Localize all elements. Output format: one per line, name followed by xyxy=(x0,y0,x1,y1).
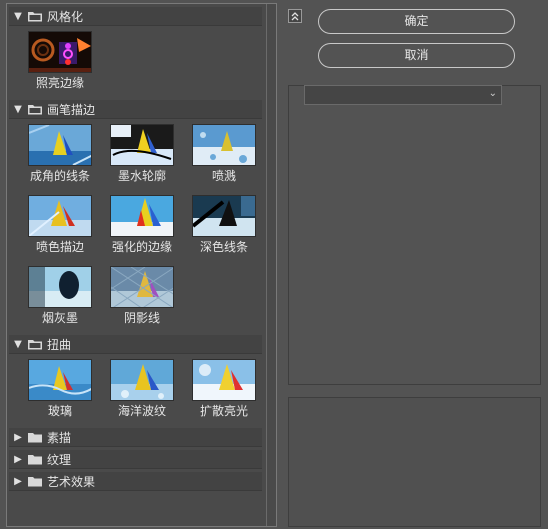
category-label: 艺术效果 xyxy=(47,474,96,489)
filter-label[interactable]: 喷色描边 xyxy=(18,238,102,255)
filter-thumb-accented-edges[interactable] xyxy=(110,195,174,237)
folder-icon xyxy=(27,431,43,443)
filter-thumb-ink-outlines[interactable] xyxy=(110,124,174,166)
scrollbar-track[interactable] xyxy=(266,4,267,526)
category-texture[interactable]: ▶ 纹理 xyxy=(9,450,262,469)
category-artistic[interactable]: ▶ 艺术效果 xyxy=(9,472,262,491)
expand-triangle-icon[interactable]: ▶ xyxy=(9,472,27,491)
ok-button[interactable]: 确定 xyxy=(318,9,515,34)
category-label: 风格化 xyxy=(47,9,84,24)
category-body: 成角的线条 墨水轮廓 喷溅 喷色描边 强化的边缘 深色线条 烟灰墨 阴影线 xyxy=(9,119,262,335)
folder-icon xyxy=(27,10,43,22)
filter-label[interactable]: 阴影线 xyxy=(100,309,184,326)
filter-thumb-sumi-e[interactable] xyxy=(28,266,92,308)
filter-label[interactable]: 成角的线条 xyxy=(18,167,102,184)
filter-select[interactable]: ⌄ xyxy=(304,85,502,105)
category-sketch[interactable]: ▶ 素描 xyxy=(9,428,262,447)
category-label: 纹理 xyxy=(47,452,72,467)
folder-icon xyxy=(27,338,43,350)
filter-thumb-dark-strokes[interactable] xyxy=(192,195,256,237)
folder-icon xyxy=(27,453,43,465)
filter-thumb-glass[interactable] xyxy=(28,359,92,401)
filter-thumb-angled-strokes[interactable] xyxy=(28,124,92,166)
filter-label[interactable]: 烟灰墨 xyxy=(18,309,102,326)
folder-icon xyxy=(27,475,43,487)
filter-label[interactable]: 深色线条 xyxy=(182,238,264,255)
filter-label[interactable]: 玻璃 xyxy=(18,402,102,419)
filter-thumb-crosshatch[interactable] xyxy=(110,266,174,308)
category-distort[interactable]: ▼ 扭曲 xyxy=(9,335,262,354)
cancel-button[interactable]: 取消 xyxy=(318,43,515,68)
category-stylize[interactable]: ▼ 风格化 xyxy=(9,7,262,26)
filter-thumb-spatter[interactable] xyxy=(192,124,256,166)
filter-list[interactable]: ▼ 风格化 照亮边缘 ▼ 画笔描边 成角的线条 墨水轮廓 喷溅 喷色描边 强化的… xyxy=(9,5,264,525)
category-label: 素描 xyxy=(47,430,72,445)
filter-label[interactable]: 照亮边缘 xyxy=(18,74,102,91)
folder-icon xyxy=(27,103,43,115)
expand-triangle-icon[interactable]: ▶ xyxy=(9,450,27,469)
filter-label[interactable]: 墨水轮廓 xyxy=(100,167,184,184)
filter-label[interactable]: 扩散亮光 xyxy=(182,402,264,419)
filter-gallery-panel: ▼ 风格化 照亮边缘 ▼ 画笔描边 成角的线条 墨水轮廓 喷溅 喷色描边 强化的… xyxy=(6,3,277,527)
filter-label[interactable]: 喷溅 xyxy=(182,167,264,184)
filter-label[interactable]: 海洋波纹 xyxy=(100,402,184,419)
filter-settings-pane xyxy=(288,85,541,385)
filter-thumb-sprayed-strokes[interactable] xyxy=(28,195,92,237)
category-body: 玻璃 海洋波纹 扩散亮光 xyxy=(9,354,262,428)
collapse-gallery-icon[interactable] xyxy=(288,9,302,23)
filter-thumb-glowing-edges[interactable] xyxy=(28,31,92,73)
category-label: 扭曲 xyxy=(47,337,72,352)
expand-triangle-icon[interactable]: ▶ xyxy=(9,428,27,447)
effect-layers-pane xyxy=(288,397,541,527)
category-brush-strokes[interactable]: ▼ 画笔描边 xyxy=(9,100,262,119)
category-label: 画笔描边 xyxy=(47,102,96,117)
expand-triangle-icon[interactable]: ▼ xyxy=(9,7,27,26)
expand-triangle-icon[interactable]: ▼ xyxy=(9,335,27,354)
filter-thumb-diffuse-glow[interactable] xyxy=(192,359,256,401)
filter-label[interactable]: 强化的边缘 xyxy=(100,238,184,255)
chevron-down-icon: ⌄ xyxy=(488,88,497,99)
filter-thumb-ocean-ripple[interactable] xyxy=(110,359,174,401)
expand-triangle-icon[interactable]: ▼ xyxy=(9,100,27,119)
category-body: 照亮边缘 xyxy=(9,26,262,100)
